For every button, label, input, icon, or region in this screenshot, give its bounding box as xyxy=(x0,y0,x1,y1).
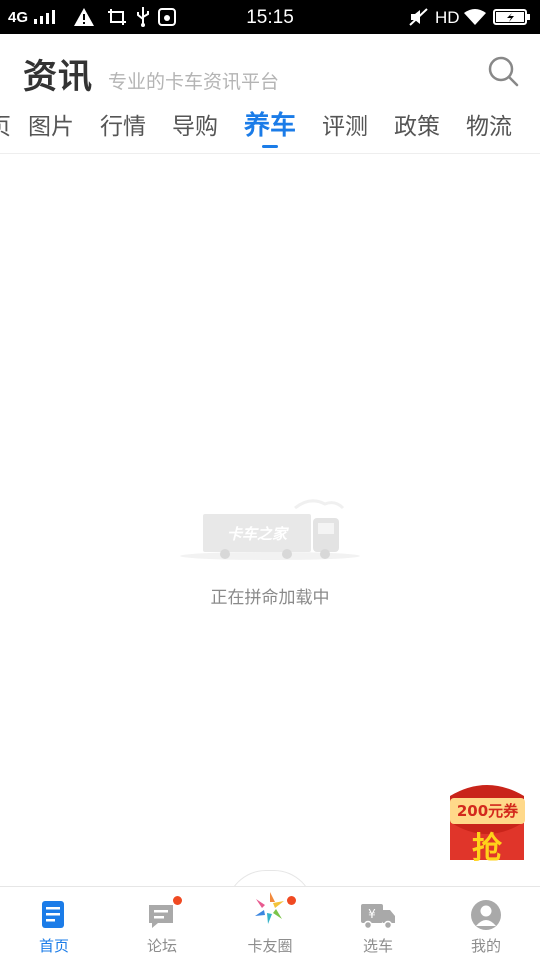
tab-buying-guide[interactable]: 导购 xyxy=(172,107,218,141)
nav-home-label: 首页 xyxy=(38,937,69,955)
nav-home[interactable]: 首页 xyxy=(0,887,108,960)
nav-forum[interactable]: 论坛 xyxy=(108,887,216,960)
loading-indicator: 卡车之家 正在拼命加载中 xyxy=(0,496,540,616)
forum-icon xyxy=(149,905,173,928)
wifi-icon xyxy=(464,9,486,25)
tab-maintenance[interactable]: 养车 xyxy=(244,105,296,142)
tab-partial[interactable]: 页 xyxy=(0,107,11,141)
page-subtitle: 专业的卡车资讯平台 xyxy=(108,71,280,93)
moments-badge-dot xyxy=(287,896,296,905)
coupon-amount: 200元券 xyxy=(450,798,525,824)
truck-logo-icon: 卡车之家 xyxy=(180,499,360,560)
tab-logistics[interactable]: 物流 xyxy=(466,107,512,141)
nav-select-truck-label: 选车 xyxy=(362,937,393,955)
nav-select-truck[interactable]: ¥ 选车 xyxy=(324,887,432,960)
tab-pictures[interactable]: 图片 xyxy=(28,107,74,141)
nav-profile-label: 我的 xyxy=(470,937,501,955)
active-tab-indicator xyxy=(262,145,278,148)
status-bar: 4G 15:15 HD xyxy=(0,0,540,34)
moments-icon xyxy=(255,892,284,924)
search-icon[interactable] xyxy=(486,54,520,88)
tab-policy[interactable]: 政策 xyxy=(394,107,440,141)
category-tabs: 页 图片 行情 导购 养车 评测 政策 物流 xyxy=(0,98,540,154)
hd-indicator: HD xyxy=(435,8,460,27)
nav-forum-label: 论坛 xyxy=(146,937,177,955)
tab-market[interactable]: 行情 xyxy=(100,107,146,141)
mute-icon xyxy=(409,8,428,26)
nav-moments-label: 卡友圈 xyxy=(247,937,293,955)
nav-moments[interactable]: 卡友圈 xyxy=(216,887,324,960)
truck-select-icon: ¥ xyxy=(361,904,395,930)
coupon-grab-label: 抢 xyxy=(472,831,502,866)
truck-logo-text: 卡车之家 xyxy=(227,525,290,543)
forum-badge-dot xyxy=(173,896,182,905)
home-icon xyxy=(42,901,64,928)
coupon-button[interactable]: 200元券 抢 xyxy=(444,782,530,866)
nav-profile[interactable]: 我的 xyxy=(432,887,540,960)
loading-text: 正在拼命加载中 xyxy=(210,588,330,608)
battery-icon xyxy=(493,9,530,25)
app-header: 资讯 专业的卡车资讯平台 xyxy=(0,34,540,98)
page-title: 资讯 xyxy=(23,57,93,97)
bottom-navigation: 首页 论坛 卡友圈 ¥ 选车 我的 xyxy=(0,886,540,960)
svg-text:¥: ¥ xyxy=(368,907,376,921)
tab-reviews[interactable]: 评测 xyxy=(322,107,368,141)
profile-icon xyxy=(471,900,501,930)
